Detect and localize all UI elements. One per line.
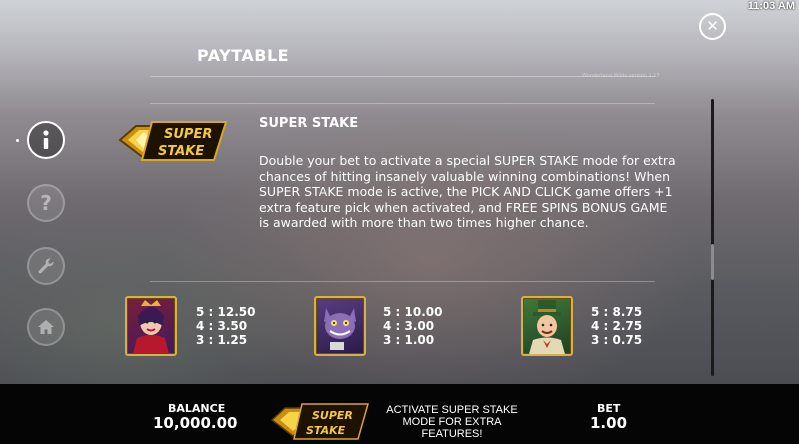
close-button[interactable]: ✕ [699, 13, 726, 40]
super-stake-logo: SUPER STAKE [118, 121, 228, 161]
queen-paytable: 5 : 12.50 4 : 3.50 3 : 1.25 [196, 305, 255, 347]
question-icon: ? [40, 191, 52, 215]
feature-title: SUPER STAKE [259, 116, 359, 131]
bottom-logo-text-top: SUPER [312, 409, 353, 422]
close-icon: ✕ [706, 17, 719, 35]
activate-line-1: ACTIVATE SUPER STAKE [386, 404, 518, 416]
bottom-logo-text-bottom: STAKE [306, 424, 346, 437]
hatter-symbol [521, 296, 573, 356]
pay-row: 4 : 3.50 [196, 319, 248, 333]
feature-description: Double your bet to activate a special SU… [259, 153, 676, 230]
scrollbar-track[interactable] [711, 99, 714, 376]
pay-row: 5 : 8.75 [591, 305, 643, 319]
pay-row: 4 : 2.75 [591, 319, 643, 333]
hatter-paytable: 5 : 8.75 4 : 2.75 3 : 0.75 [591, 305, 642, 347]
cat-paytable: 5 : 10.00 4 : 3.00 3 : 1.00 [383, 305, 442, 347]
balance-value: 10,000.00 [153, 414, 238, 432]
page-title: PAYTABLE [197, 46, 290, 65]
super-stake-logo-text-bottom: STAKE [158, 144, 204, 159]
sidebar-item-help[interactable]: ? [27, 184, 65, 222]
super-stake-button[interactable]: SUPER STAKE [270, 402, 370, 442]
queen-symbol [125, 296, 177, 356]
content-divider-top [150, 103, 655, 104]
sidebar-item-settings[interactable] [27, 247, 65, 285]
pay-row: 5 : 10.00 [383, 305, 443, 319]
scrollbar-thumb[interactable] [711, 244, 714, 280]
bet-value[interactable]: 1.00 [590, 414, 627, 432]
wrench-icon [38, 258, 54, 274]
super-stake-logo-text-top: SUPER [164, 127, 212, 142]
active-indicator-dot [16, 139, 19, 142]
pay-row: 3 : 1.25 [196, 333, 248, 347]
sidebar-item-home[interactable] [27, 308, 65, 346]
home-icon [38, 320, 54, 334]
status-clock: 11:03 AM [747, 0, 795, 12]
activate-line-2: MODE FOR EXTRA [402, 416, 502, 428]
cat-symbol [314, 296, 366, 356]
info-icon [43, 130, 49, 149]
sidebar-item-info[interactable] [27, 121, 65, 159]
pay-row: 4 : 3.00 [383, 319, 435, 333]
version-label: Wonderland Wilds version 1.17 [582, 73, 660, 79]
content-divider-middle [150, 281, 655, 282]
activate-super-stake-text[interactable]: ACTIVATE SUPER STAKE MODE FOR EXTRA FEAT… [374, 404, 530, 440]
title-divider [150, 76, 655, 77]
pay-row: 3 : 0.75 [591, 333, 643, 347]
pay-row: 3 : 1.00 [383, 333, 435, 347]
pay-row: 5 : 12.50 [196, 305, 256, 319]
activate-line-3: FEATURES! [421, 428, 483, 440]
